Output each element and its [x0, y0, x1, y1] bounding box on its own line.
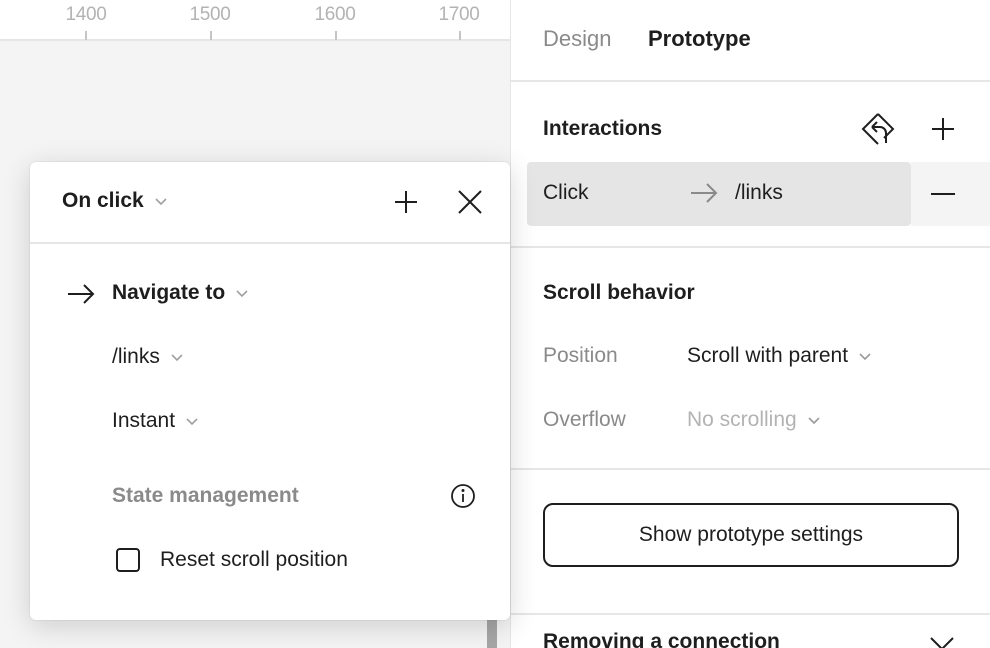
ruler-tick	[335, 31, 337, 40]
overflow-value: No scrolling	[687, 408, 797, 431]
ruler-tick-label: 1600	[314, 4, 356, 25]
scroll-behavior-section: Scroll behavior Position Scroll with par…	[511, 248, 990, 470]
position-dropdown[interactable]: Scroll with parent	[687, 344, 872, 368]
interactions-title: Interactions	[543, 117, 663, 140]
ruler-tick-label: 1500	[189, 4, 231, 25]
prototype-editor: 1400 1500 1600 1700 Design Prototype Int…	[0, 0, 990, 648]
flow-starting-point-button[interactable]	[860, 111, 896, 147]
canvas-scrollbar[interactable]	[487, 620, 497, 648]
destination-value: /links	[112, 345, 160, 368]
chevron-down-icon	[170, 352, 184, 362]
navigate-arrow-icon	[66, 281, 96, 307]
arrow-right-icon	[689, 180, 719, 206]
action-dropdown[interactable]: Navigate to	[112, 281, 249, 305]
interaction-row[interactable]: Click /links	[527, 162, 911, 226]
chevron-down-icon	[154, 196, 168, 206]
action-value: Navigate to	[112, 281, 226, 304]
overflow-dropdown[interactable]: No scrolling	[687, 408, 821, 432]
chevron-down-icon[interactable]	[929, 636, 955, 648]
popover-header: On click	[30, 162, 510, 244]
trigger-dropdown[interactable]: On click	[62, 189, 168, 213]
interaction-details-popover: On click Navigate to /links Instant Stat…	[30, 162, 510, 620]
interaction-trigger: Click	[543, 181, 589, 204]
position-value: Scroll with parent	[687, 344, 849, 367]
reset-scroll-position-checkbox[interactable]	[116, 548, 140, 572]
ruler-tick-label: 1400	[65, 4, 107, 25]
trigger-value: On click	[62, 189, 144, 212]
tab-design[interactable]: Design	[543, 26, 611, 52]
prototype-settings-section: Show prototype settings	[511, 470, 990, 615]
reset-scroll-position-label[interactable]: Reset scroll position	[160, 548, 348, 572]
ruler-tick	[210, 31, 212, 40]
animation-value: Instant	[112, 409, 176, 432]
ruler-tick	[85, 31, 87, 40]
chevron-down-icon	[858, 351, 872, 361]
ruler-tick	[459, 31, 461, 40]
info-icon[interactable]	[450, 483, 476, 509]
panel-tabs: Design Prototype	[511, 0, 990, 82]
close-icon	[457, 189, 483, 215]
chevron-down-icon	[807, 415, 821, 425]
plus-icon	[393, 189, 419, 215]
animation-dropdown[interactable]: Instant	[112, 409, 199, 433]
minus-icon	[931, 192, 955, 196]
tab-prototype[interactable]: Prototype	[648, 26, 751, 52]
interaction-destination: /links	[735, 181, 783, 204]
position-label: Position	[543, 344, 618, 367]
add-action-button[interactable]	[388, 184, 424, 220]
interactions-section: Interactions Click /links	[511, 82, 990, 248]
close-popover-button[interactable]	[452, 184, 488, 220]
flow-starting-point-icon	[860, 111, 896, 147]
removing-connection-title[interactable]: Removing a connection	[543, 630, 780, 648]
remove-interaction-button[interactable]	[925, 176, 961, 212]
add-interaction-button[interactable]	[925, 111, 961, 147]
horizontal-ruler: 1400 1500 1600 1700	[0, 0, 510, 41]
chevron-down-icon	[185, 416, 199, 426]
scroll-behavior-title: Scroll behavior	[543, 281, 695, 304]
show-prototype-settings-button[interactable]: Show prototype settings	[543, 503, 959, 567]
overflow-label: Overflow	[543, 408, 626, 431]
ruler-tick-label: 1700	[438, 4, 480, 25]
destination-dropdown[interactable]: /links	[112, 345, 184, 369]
state-management-label: State management	[112, 484, 299, 507]
chevron-down-icon	[235, 288, 249, 298]
properties-panel: Design Prototype Interactions Click /lin…	[510, 0, 990, 648]
plus-icon	[930, 116, 956, 142]
